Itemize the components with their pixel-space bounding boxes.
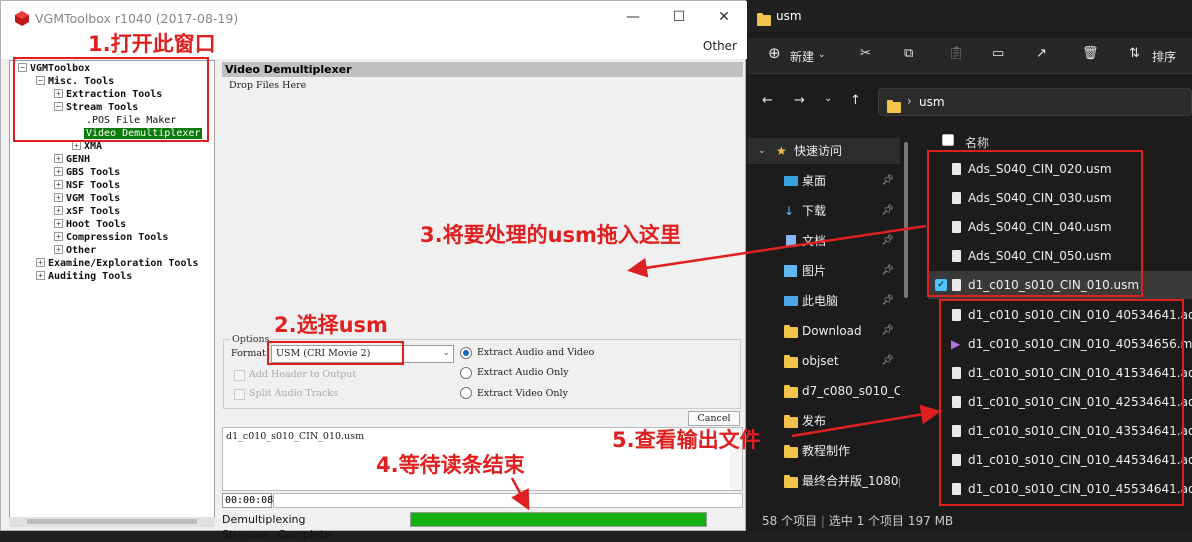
arrow-to-progress [510,477,530,511]
arrow-to-drop-zone [627,224,927,278]
arrow-to-output-files [791,404,941,438]
annotation-arrows [510,224,941,511]
